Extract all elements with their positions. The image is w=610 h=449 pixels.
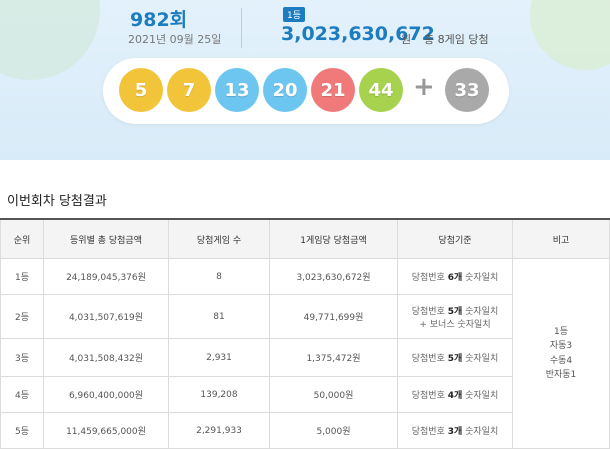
cell-rank: 3등	[0, 338, 44, 377]
header-criteria: 당첨기준	[397, 218, 513, 259]
number-ball: 20	[263, 68, 307, 112]
header-games: 당첨게임 수	[168, 218, 270, 259]
table-header-row: 순위 등위별 총 당첨금액 당첨게임 수 1게임당 당첨금액 당첨기준 비고	[0, 218, 610, 259]
cell-total: 24,189,045,376원	[43, 258, 169, 295]
prize-unit: 원	[401, 33, 412, 46]
cell-total: 6,960,400,000원	[43, 376, 169, 413]
rank-badge: 1등	[283, 7, 306, 22]
cell-rank: 4등	[0, 376, 44, 413]
cell-criteria: 당첨번호 3개 숫자일치	[397, 412, 513, 449]
winner-count: 총 8게임 당첨	[424, 33, 489, 46]
cell-games: 81	[168, 294, 270, 339]
note-line: 자동3	[549, 341, 573, 352]
cell-per-game: 49,771,699원	[269, 294, 398, 339]
round-suffix: 회	[169, 9, 188, 31]
section-title: 이번회차 당첨결과	[7, 194, 107, 209]
header-total: 등위별 총 당첨금액	[43, 218, 169, 259]
cell-total: 11,459,665,000원	[43, 412, 169, 449]
cell-note: 1등 자동3 수동4 반자동1	[512, 258, 610, 449]
number-ball: 44	[359, 68, 403, 112]
header-note: 비고	[512, 218, 610, 259]
number-ball: 21	[311, 68, 355, 112]
note-line: 반자동1	[545, 369, 577, 380]
draw-date: 2021년 09월 25일	[128, 33, 222, 46]
cell-per-game: 1,375,472원	[269, 338, 398, 377]
table-row: 1등 24,189,045,376원 8 3,023,630,672원 당첨번호…	[0, 258, 610, 449]
plus-icon: +	[413, 72, 435, 102]
decorative-circle	[0, 0, 100, 80]
cell-rank: 1등	[0, 258, 44, 295]
decorative-circle	[530, 0, 610, 70]
results-table: 순위 등위별 총 당첨금액 당첨게임 수 1게임당 당첨금액 당첨기준 비고 1…	[0, 218, 610, 449]
bonus-ball: 33	[445, 68, 489, 112]
draw-banner: 982회 2021년 09월 25일 1등 3,023,630,672 원 총 …	[0, 0, 610, 160]
number-ball: 7	[167, 68, 211, 112]
cell-per-game: 5,000원	[269, 412, 398, 449]
cell-rank: 2등	[0, 294, 44, 339]
cell-per-game: 50,000원	[269, 376, 398, 413]
cell-criteria: 당첨번호 5개 숫자일치 + 보너스 숫자일치	[397, 294, 513, 339]
winning-numbers-panel: 5 7 13 20 21 44 + 33	[103, 58, 509, 124]
cell-games: 2,931	[168, 338, 270, 377]
number-ball: 13	[215, 68, 259, 112]
first-prize-amount: 3,023,630,672	[281, 23, 435, 45]
number-ball: 5	[119, 68, 163, 112]
cell-total: 4,031,507,619원	[43, 294, 169, 339]
header-rank: 순위	[0, 218, 44, 259]
cell-criteria: 당첨번호 4개 숫자일치	[397, 376, 513, 413]
cell-criteria: 당첨번호 6개 숫자일치	[397, 258, 513, 295]
note-line: 1등	[553, 326, 568, 337]
cell-total: 4,031,508,432원	[43, 338, 169, 377]
cell-per-game: 3,023,630,672원	[269, 258, 398, 295]
header-per-game: 1게임당 당첨금액	[269, 218, 398, 259]
cell-games: 2,291,933	[168, 412, 270, 449]
note-line: 수동4	[549, 355, 573, 366]
cell-criteria: 당첨번호 5개 숫자일치	[397, 338, 513, 377]
cell-rank: 5등	[0, 412, 44, 449]
round-number: 982회	[130, 9, 188, 31]
cell-games: 8	[168, 258, 270, 295]
divider	[241, 8, 242, 48]
cell-games: 139,208	[168, 376, 270, 413]
